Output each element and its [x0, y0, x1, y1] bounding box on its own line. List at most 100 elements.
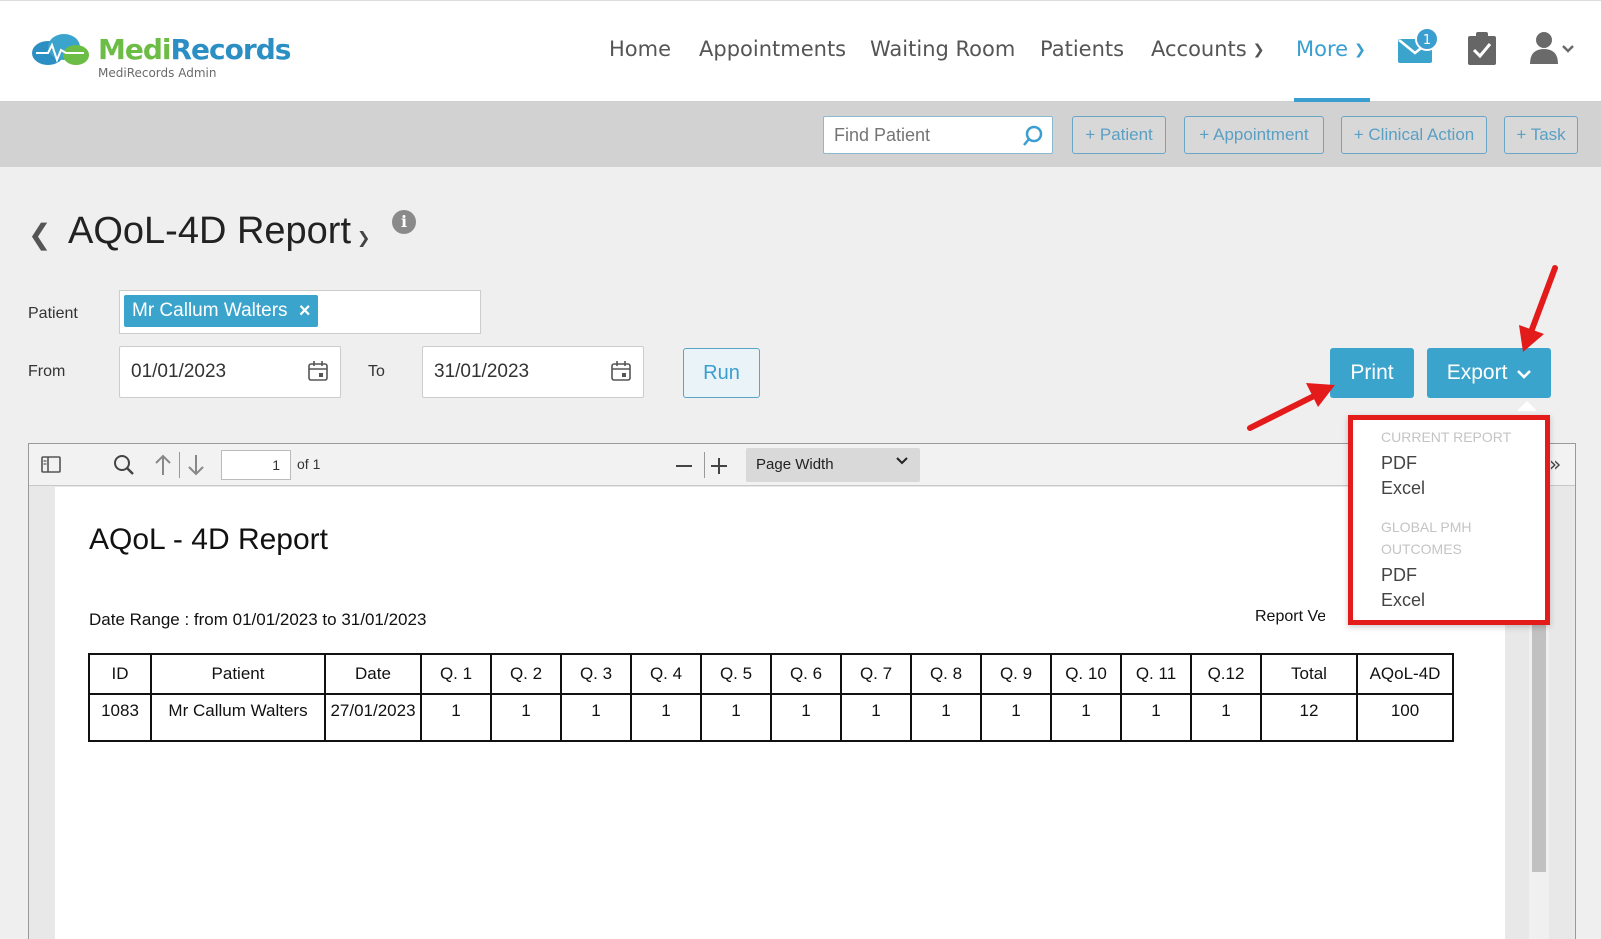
- table-cell: 1: [910, 693, 982, 742]
- add-patient-button[interactable]: + Patient: [1072, 116, 1166, 154]
- export-current-excel[interactable]: Excel: [1381, 478, 1425, 499]
- chevron-down-icon: ❯: [1252, 42, 1265, 58]
- nav-more-label: More: [1296, 37, 1349, 61]
- search-icon[interactable]: [1022, 125, 1044, 147]
- menu-section-global-pmh-outcomes: GLOBAL PMH OUTCOMES: [1381, 519, 1472, 557]
- table-header-cell: Q. 8: [910, 653, 982, 695]
- page-number-input[interactable]: 1: [221, 450, 291, 480]
- nav-accounts-label: Accounts: [1151, 37, 1247, 61]
- export-dropdown-menu: CURRENT REPORT PDF Excel GLOBAL PMH OUTC…: [1348, 415, 1550, 625]
- nav-waiting-room[interactable]: Waiting Room: [870, 37, 1015, 67]
- export-button[interactable]: Export: [1427, 348, 1551, 398]
- table-cell: 27/01/2023: [324, 693, 422, 742]
- zoom-level-select[interactable]: Page Width: [746, 448, 920, 482]
- next-page-arrow-down-icon[interactable]: [186, 454, 206, 476]
- table-cell: 1: [980, 693, 1052, 742]
- table-cell: 12: [1260, 693, 1358, 742]
- from-date-input[interactable]: [131, 361, 281, 383]
- nav-more[interactable]: More ❯: [1296, 37, 1366, 67]
- nav-accounts[interactable]: Accounts ❯: [1151, 37, 1264, 67]
- table-header-cell: Q.12: [1190, 653, 1262, 695]
- selected-patient-tag[interactable]: Mr Callum Walters ×: [124, 295, 318, 327]
- export-button-label: Export: [1446, 361, 1508, 384]
- viewer-toolbar: 1 of 1 Page Width »: [29, 444, 1575, 486]
- table-cell: 1083: [88, 693, 152, 742]
- find-patient-input[interactable]: [834, 125, 1014, 146]
- find-patient-search[interactable]: [823, 116, 1053, 154]
- table-cell: 1: [1190, 693, 1262, 742]
- chevron-down-icon: [1517, 370, 1532, 379]
- zoom-in-plus-icon[interactable]: [709, 456, 729, 476]
- from-date-field[interactable]: [119, 346, 341, 398]
- info-icon[interactable]: i: [392, 210, 416, 234]
- patient-label: Patient: [28, 305, 78, 322]
- remove-patient-close-icon[interactable]: ×: [299, 295, 311, 327]
- table-cell: 1: [630, 693, 702, 742]
- more-tools-chevron-icon[interactable]: »: [1549, 452, 1561, 476]
- table-header-cell: Q. 1: [420, 653, 492, 695]
- table-header-cell: Q. 6: [770, 653, 842, 695]
- table-cell: 1: [490, 693, 562, 742]
- table-cell: 1: [560, 693, 632, 742]
- sidebar-toggle-icon[interactable]: [41, 456, 61, 473]
- medirecords-logo[interactable]: MediRecords MediRecords Admin: [28, 31, 291, 81]
- run-report-button[interactable]: Run: [683, 348, 760, 398]
- add-task-button[interactable]: + Task: [1504, 116, 1578, 154]
- add-appointment-button[interactable]: + Appointment: [1184, 116, 1324, 154]
- top-nav-bar: MediRecords MediRecords Admin Home Appoi…: [0, 0, 1601, 102]
- page-title[interactable]: AQoL-4D Report: [68, 210, 351, 253]
- menu-section-current-report: CURRENT REPORT: [1381, 429, 1512, 445]
- brand-subtitle: MediRecords Admin: [98, 66, 217, 80]
- from-label: From: [28, 363, 66, 380]
- cloud-logo-icon: [32, 34, 89, 65]
- table-cell: 1: [420, 693, 492, 742]
- export-global-pdf[interactable]: PDF: [1381, 565, 1417, 586]
- add-clinical-action-button[interactable]: + Clinical Action: [1341, 116, 1487, 154]
- nav-patients[interactable]: Patients: [1040, 37, 1124, 67]
- table-header-cell: Q. 9: [980, 653, 1052, 695]
- table-header-cell: Q. 11: [1120, 653, 1192, 695]
- chevron-down-icon: ❯: [1354, 42, 1366, 58]
- red-arrow-to-export-icon: [1519, 265, 1558, 352]
- page-count: of 1: [297, 456, 321, 472]
- tasks-clipboard-icon[interactable]: [1467, 32, 1497, 66]
- table-cell: 1: [840, 693, 912, 742]
- report-title: AQoL - 4D Report: [89, 523, 328, 556]
- report-version: Report Ve: [1255, 608, 1325, 625]
- find-in-document-search-icon[interactable]: [113, 454, 135, 476]
- table-cell: 100: [1356, 693, 1454, 742]
- toolbar-divider: [179, 452, 180, 478]
- table-header-cell: Date: [324, 653, 422, 695]
- print-button[interactable]: Print: [1330, 348, 1414, 398]
- to-label: To: [368, 363, 385, 380]
- nav-home[interactable]: Home: [609, 37, 671, 67]
- to-date-field[interactable]: [422, 346, 644, 398]
- table-header-cell: Q. 5: [700, 653, 772, 695]
- previous-page-arrow-up-icon[interactable]: [153, 454, 173, 476]
- title-dropdown-chevron-icon[interactable]: ❯: [357, 228, 370, 247]
- calendar-icon[interactable]: [611, 361, 631, 381]
- red-arrow-to-print-icon: [1247, 383, 1335, 431]
- menu-caret: [1517, 401, 1537, 411]
- table-header-cell: Q. 10: [1050, 653, 1122, 695]
- back-chevron-icon[interactable]: ❮: [28, 218, 51, 251]
- user-account-icon[interactable]: [1530, 31, 1574, 65]
- table-header-cell: Q. 4: [630, 653, 702, 695]
- nav-appointments[interactable]: Appointments: [699, 37, 846, 67]
- report-table: ID Patient Date Q. 1 Q. 2 Q. 3 Q. 4 Q. 5 Q. 6 Q. …: [88, 653, 1454, 742]
- calendar-icon[interactable]: [308, 361, 328, 381]
- to-date-input[interactable]: [434, 361, 584, 383]
- table-header-cell: AQoL-4D: [1356, 653, 1454, 695]
- table-header-cell: Q. 2: [490, 653, 562, 695]
- table-header-cell: Q. 7: [840, 653, 912, 695]
- table-cell: 1: [1050, 693, 1122, 742]
- export-current-pdf[interactable]: PDF: [1381, 453, 1417, 474]
- table-header-row: ID Patient Date Q. 1 Q. 2 Q. 3 Q. 4 Q. 5 Q. 6 Q. …: [88, 653, 1454, 695]
- report-date-range: Date Range : from 01/01/2023 to 31/01/20…: [89, 610, 427, 629]
- report-page: AQoL - 4D Report Date Range : from 01/01…: [55, 487, 1505, 939]
- chevron-down-icon: [896, 457, 908, 465]
- export-global-excel[interactable]: Excel: [1381, 590, 1425, 611]
- zoom-out-minus-icon[interactable]: [674, 456, 694, 476]
- messages-count-badge: 1: [1415, 27, 1439, 51]
- table-header-cell: Total: [1260, 653, 1358, 695]
